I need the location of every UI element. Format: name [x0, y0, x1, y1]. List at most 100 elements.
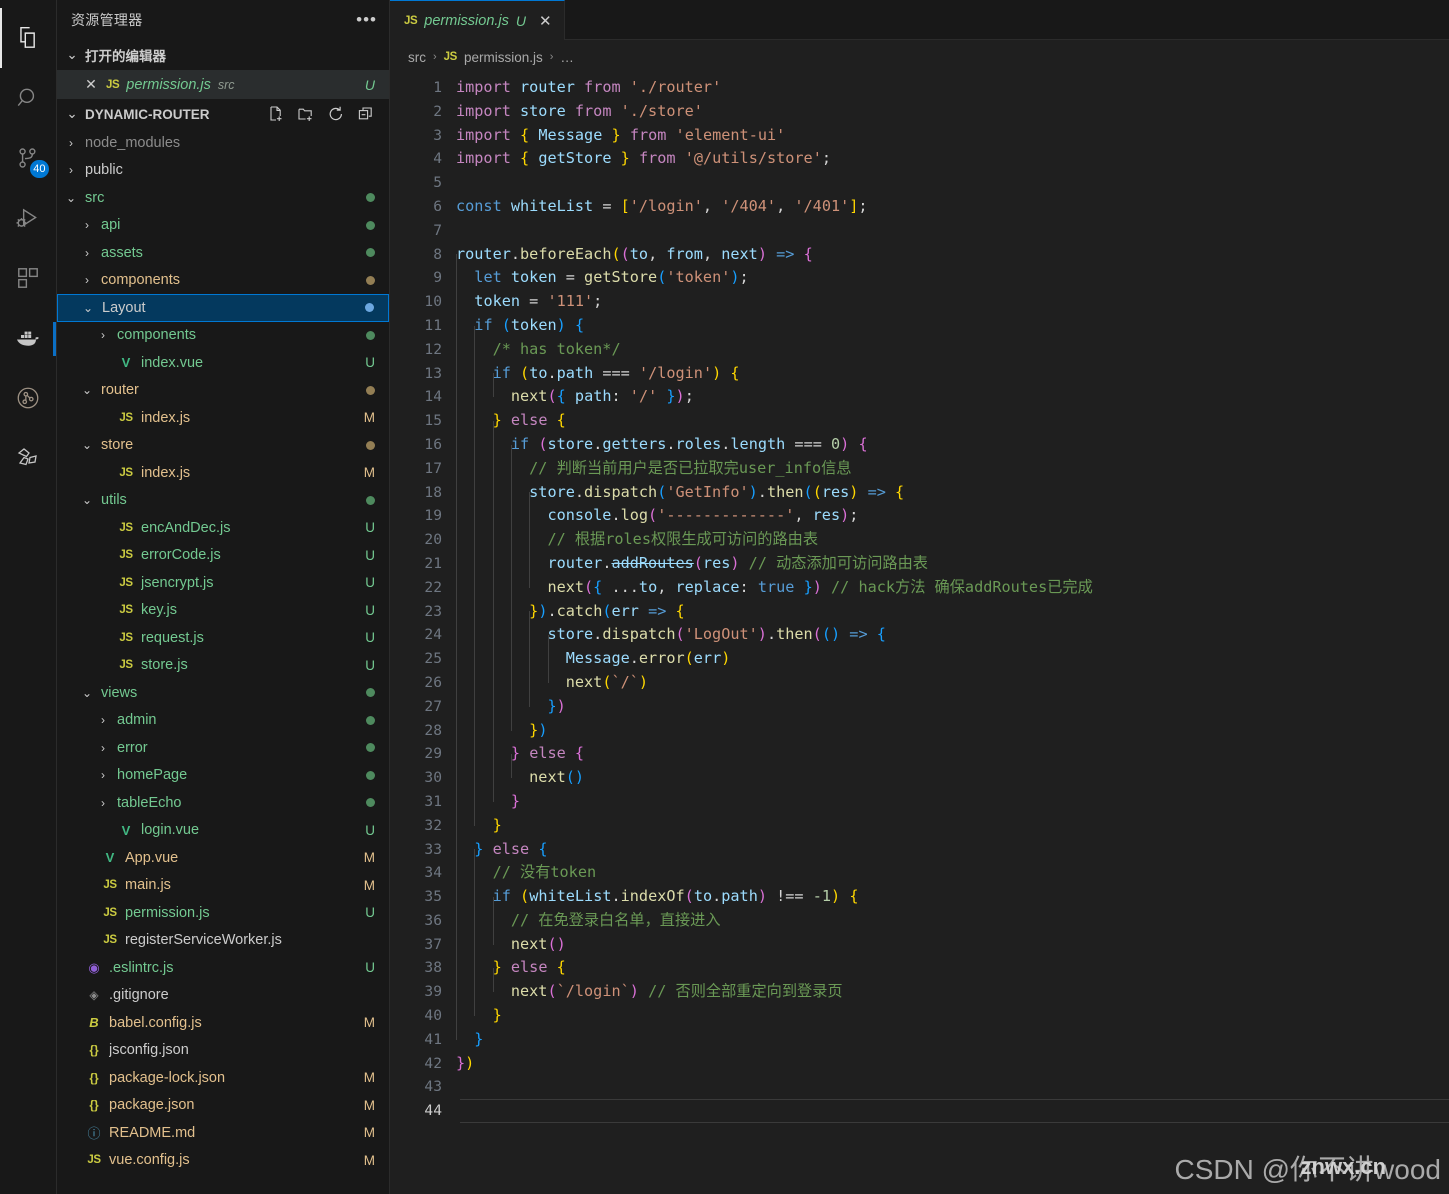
- file-tree-row[interactable]: JS jsencrypt.js U: [57, 569, 389, 597]
- activity-bar-item-run-and-debug[interactable]: [0, 188, 57, 248]
- file-tree-row[interactable]: JS index.js M: [57, 459, 389, 487]
- breadcrumb-segment[interactable]: …: [560, 50, 574, 65]
- file-tree-row[interactable]: › error: [57, 734, 389, 762]
- file-tree-row[interactable]: JS permission.js U: [57, 899, 389, 927]
- file-tree-label: tableEcho: [117, 794, 182, 811]
- activity-bar-item-extensions[interactable]: [0, 248, 57, 308]
- collapse-all-icon[interactable]: [357, 105, 375, 123]
- file-tree-row[interactable]: › admin: [57, 707, 389, 735]
- editor-tab-permission-js[interactable]: JS permission.js U ✕: [390, 0, 565, 40]
- sidebar-more-actions-icon[interactable]: •••: [356, 11, 377, 28]
- code-token: `/`: [611, 672, 639, 691]
- close-icon[interactable]: ✕: [539, 12, 552, 30]
- code-token: 'token': [666, 268, 731, 287]
- file-tree-row[interactable]: V App.vue M: [57, 844, 389, 872]
- activity-bar-item-docker[interactable]: [0, 308, 57, 368]
- editor-tab-label: permission.js: [424, 12, 509, 29]
- line-number: 3: [433, 126, 442, 144]
- code-token: {: [730, 363, 740, 382]
- file-tree-row[interactable]: Bbabel.config.js M: [57, 1009, 389, 1037]
- file-tree-row[interactable]: › homePage: [57, 762, 389, 790]
- file-tree-row[interactable]: Vindex.vue U: [57, 349, 389, 377]
- new-file-icon[interactable]: [267, 105, 285, 123]
- file-tree-row[interactable]: {} package-lock.json M: [57, 1064, 389, 1092]
- code-token: }: [456, 1053, 466, 1072]
- file-tree-row[interactable]: › assets: [57, 239, 389, 267]
- explorer-actions: [267, 105, 389, 123]
- file-tree-row[interactable]: ◈ .gitignore: [57, 982, 389, 1010]
- file-tree-row[interactable]: ⌄ utils: [57, 487, 389, 515]
- new-folder-icon[interactable]: [297, 105, 315, 123]
- code-token: (: [657, 268, 667, 287]
- code-token: .: [611, 506, 621, 525]
- file-tree-label: jsencrypt.js: [141, 574, 214, 591]
- file-tree-row[interactable]: JS main.js M: [57, 872, 389, 900]
- code-token: ): [830, 625, 841, 644]
- vscode-window: 40 资源管理器 ••• ⌄ 打开的编辑器 ✕ JS permission.js…: [0, 0, 1449, 1194]
- file-tree-row[interactable]: JS vue.config.js M: [57, 1147, 389, 1175]
- file-tree-row[interactable]: ⌄ src: [57, 184, 389, 212]
- activity-bar-item-search[interactable]: [0, 68, 57, 128]
- git-status-dot-icon: [366, 275, 375, 285]
- file-tree-row[interactable]: JS request.js U: [57, 624, 389, 652]
- file-tree-row[interactable]: {} package.json M: [57, 1092, 389, 1120]
- file-tree-row[interactable]: › tableEcho: [57, 789, 389, 817]
- file-tree-row[interactable]: JS errorCode.js U: [57, 542, 389, 570]
- code-token: {: [574, 315, 585, 334]
- breadcrumb-segment[interactable]: permission.js: [464, 50, 543, 65]
- code-editor[interactable]: 1 import router from './router' 2 import st…: [390, 74, 1449, 1194]
- file-tree-row[interactable]: › public: [57, 157, 389, 185]
- code-token: {: [556, 387, 566, 406]
- file-tree-row[interactable]: JS key.js U: [57, 597, 389, 625]
- code-token: from: [666, 244, 703, 263]
- file-tree-row[interactable]: ◉ .eslintrc.js U: [57, 954, 389, 982]
- code-token: path: [721, 887, 758, 906]
- file-tree-label: utils: [101, 492, 127, 509]
- js-file-icon[interactable]: JS: [444, 51, 458, 63]
- activity-bar-item-project-manager[interactable]: [0, 428, 57, 488]
- file-tree-row[interactable]: ⌄ router: [57, 377, 389, 405]
- file-tree-row[interactable]: › components: [57, 322, 389, 350]
- file-tree-row[interactable]: JS registerServiceWorker.js: [57, 927, 389, 955]
- code-token: err: [693, 649, 722, 668]
- activity-bar-item-source-control[interactable]: 40: [0, 128, 57, 188]
- code-line: 3 import { Message } from 'element-ui': [390, 124, 1449, 148]
- file-tree-row[interactable]: JS store.js U: [57, 652, 389, 680]
- file-tree-row[interactable]: ⌄ views: [57, 679, 389, 707]
- code-line-content: const whiteList = ['/login', '/404', '/4…: [456, 195, 1449, 219]
- file-tree-row[interactable]: ⓘ README.md M: [57, 1119, 389, 1147]
- file-tree-row[interactable]: {} jsconfig.json: [57, 1037, 389, 1065]
- activity-bar-item-git-graph[interactable]: [0, 368, 57, 428]
- chevron-right-icon: ›: [85, 218, 89, 233]
- activity-bar-item-explorer[interactable]: [0, 8, 57, 68]
- chevron-right-icon: ›: [101, 768, 105, 783]
- file-tree-row[interactable]: › components: [57, 267, 389, 295]
- source-control-badge: 40: [30, 160, 49, 178]
- line-number: 1: [433, 79, 442, 96]
- git-status-dot-icon: [366, 385, 375, 395]
- section-header-project-root[interactable]: ⌄ DYNAMIC-ROUTER: [57, 99, 389, 129]
- file-tree-row[interactable]: Vlogin.vue U: [57, 817, 389, 845]
- file-tree-row-selected[interactable]: ⌄ Layout: [57, 294, 389, 322]
- file-tree-row[interactable]: ⌄ store: [57, 432, 389, 460]
- file-tree-row[interactable]: › api: [57, 212, 389, 240]
- open-editor-item-permission-js[interactable]: ✕ JS permission.js src U: [57, 70, 389, 99]
- file-tree-row[interactable]: JS index.js M: [57, 404, 389, 432]
- vue-file-icon: V: [121, 822, 131, 838]
- code-line-content: token = '111';: [456, 278, 1449, 314]
- file-tree-row[interactable]: JS encAndDec.js U: [57, 514, 389, 542]
- code-token: router: [520, 78, 575, 96]
- line-number: 16: [424, 435, 442, 453]
- refresh-icon[interactable]: [327, 105, 345, 123]
- file-tree-row[interactable]: › node_modules: [57, 129, 389, 157]
- breadcrumb-segment[interactable]: src: [408, 50, 426, 65]
- close-icon[interactable]: ✕: [83, 76, 99, 93]
- file-tree-label: jsconfig.json: [109, 1042, 189, 1059]
- code-line: 8 router.beforeEach((to, from, next) => {: [390, 243, 1449, 267]
- file-tree-label: .gitignore: [109, 987, 169, 1004]
- section-header-open-editors[interactable]: ⌄ 打开的编辑器: [57, 40, 389, 70]
